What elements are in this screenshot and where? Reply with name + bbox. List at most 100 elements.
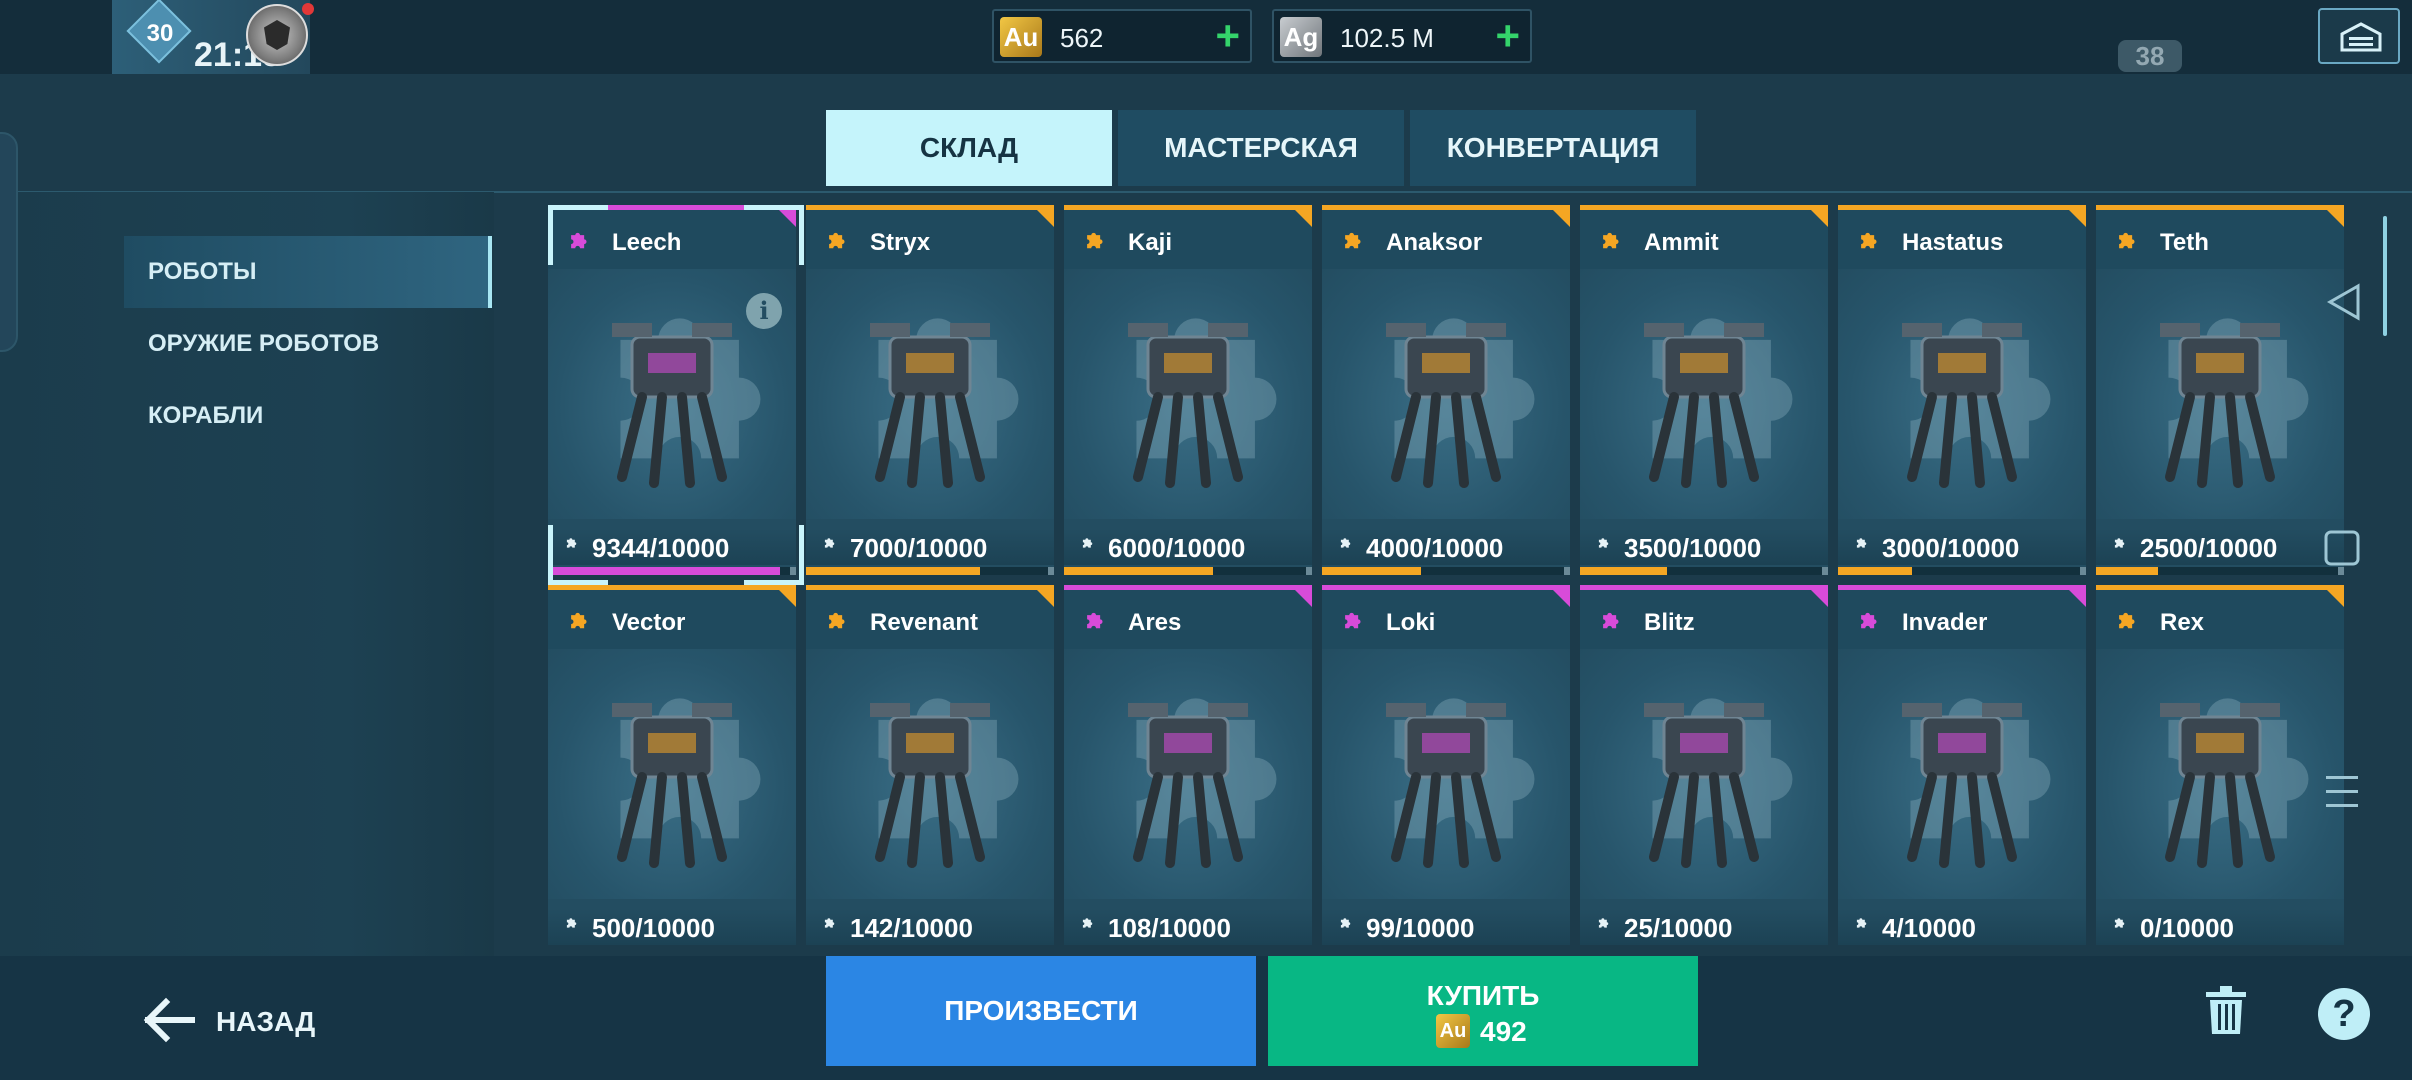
help-button[interactable]: ? bbox=[2318, 988, 2370, 1040]
rank-emblem-icon[interactable] bbox=[246, 4, 308, 66]
progress-end-tick bbox=[1048, 567, 1054, 575]
parts-count: 6000/10000 bbox=[1108, 533, 1246, 563]
silver-currency: Ag 102.5 M + bbox=[1272, 9, 1532, 63]
rarity-line bbox=[548, 205, 796, 210]
gold-icon: Au bbox=[1000, 17, 1042, 57]
parts-count-row: 99/10000 bbox=[1322, 909, 1570, 945]
rarity-corner bbox=[1032, 205, 1054, 227]
produce-button[interactable]: ПРОИЗВЕСТИ bbox=[826, 956, 1256, 1066]
robot-card[interactable]: Kaji 6000/10000 bbox=[1064, 205, 1312, 575]
parts-progress-bar bbox=[1064, 567, 1312, 575]
buy-button[interactable]: КУПИТЬ Au 492 bbox=[1268, 956, 1698, 1066]
parts-count: 108/10000 bbox=[1108, 913, 1231, 943]
parts-count: 99/10000 bbox=[1366, 913, 1475, 943]
parts-icon bbox=[566, 918, 577, 928]
robot-art bbox=[1838, 269, 2086, 519]
robot-card[interactable]: Ammit 3500/10000 bbox=[1580, 205, 1828, 575]
robot-card[interactable]: Vector 500/10000 bbox=[548, 585, 796, 945]
robot-card[interactable]: Ares 108/10000 bbox=[1064, 585, 1312, 945]
tab-conversion[interactable]: КОНВЕРТАЦИЯ bbox=[1410, 110, 1696, 186]
info-icon[interactable]: i bbox=[746, 293, 782, 329]
robot-art bbox=[548, 649, 796, 899]
parts-progress-fill bbox=[548, 567, 780, 575]
sidebar-item-robots[interactable]: РОБОТЫ bbox=[124, 236, 492, 308]
parts-progress-bar bbox=[1838, 567, 2086, 575]
top-bar: 30 21:15 Au 562 + Ag 102.5 M + 38 bbox=[0, 0, 2412, 74]
tab-storage[interactable]: СКЛАД bbox=[826, 110, 1112, 186]
robot-card[interactable]: Rex 0/10000 bbox=[2096, 585, 2344, 945]
robot-silhouette-icon bbox=[1386, 703, 1506, 868]
parts-icon bbox=[824, 538, 835, 548]
parts-count-row: 6000/10000 bbox=[1064, 529, 1312, 565]
parts-progress-fill bbox=[1322, 567, 1422, 575]
parts-icon bbox=[1082, 538, 1093, 548]
hangar-button[interactable] bbox=[2318, 8, 2400, 64]
robot-card[interactable]: Invader 4/10000 bbox=[1838, 585, 2086, 945]
parts-count: 7000/10000 bbox=[850, 533, 988, 563]
parts-progress-bar bbox=[2096, 567, 2344, 575]
bottom-bar: НАЗАД ПРОИЗВЕСТИ КУПИТЬ Au 492 ? bbox=[0, 956, 2412, 1080]
rarity-corner bbox=[2064, 585, 2086, 607]
robot-card[interactable]: Leech 9344/10000 i bbox=[548, 205, 796, 575]
rarity-line bbox=[1322, 585, 1570, 590]
robot-art bbox=[2096, 649, 2344, 899]
robot-art bbox=[2096, 269, 2344, 519]
robot-silhouette-icon bbox=[1644, 323, 1764, 488]
rarity-line bbox=[1580, 585, 1828, 590]
parts-progress-fill bbox=[1064, 567, 1213, 575]
notification-dot bbox=[302, 3, 314, 15]
tab-workshop[interactable]: МАСТЕРСКАЯ bbox=[1118, 110, 1404, 186]
robot-card[interactable]: Hastatus 3000/10000 bbox=[1838, 205, 2086, 575]
grid-scrollbar[interactable] bbox=[2383, 216, 2387, 336]
robot-name: Anaksor bbox=[1386, 229, 1483, 256]
rarity-line bbox=[2096, 205, 2344, 210]
rarity-corner bbox=[1548, 585, 1570, 607]
puzzle-piece-icon bbox=[829, 612, 845, 629]
parts-count-row: 142/10000 bbox=[806, 909, 1054, 945]
sidebar-item-robot-weapons[interactable]: ОРУЖИЕ РОБОТОВ bbox=[124, 308, 492, 380]
robot-card[interactable]: Teth 2500/10000 bbox=[2096, 205, 2344, 575]
parts-count-row: 3000/10000 bbox=[1838, 529, 2086, 565]
rarity-line bbox=[806, 585, 1054, 590]
rarity-line bbox=[1838, 585, 2086, 590]
robot-name: Stryx bbox=[870, 229, 931, 256]
puzzle-piece-icon bbox=[1603, 612, 1619, 629]
parts-count: 500/10000 bbox=[592, 913, 715, 943]
parts-icon bbox=[1856, 918, 1867, 928]
select-checkbox-icon[interactable] bbox=[2322, 528, 2362, 568]
add-silver-button[interactable]: + bbox=[1495, 15, 1520, 57]
robot-card[interactable]: Stryx 7000/10000 bbox=[806, 205, 1054, 575]
puzzle-piece-icon bbox=[1345, 612, 1361, 629]
robot-art bbox=[1064, 269, 1312, 519]
list-menu-icon[interactable] bbox=[2322, 770, 2362, 814]
parts-count: 3500/10000 bbox=[1624, 533, 1762, 563]
parts-count-row: 25/10000 bbox=[1580, 909, 1828, 945]
back-label: НАЗАД bbox=[216, 1006, 316, 1037]
robot-card[interactable]: Loki 99/10000 bbox=[1322, 585, 1570, 945]
puzzle-piece-icon bbox=[1087, 612, 1103, 629]
robot-silhouette-icon bbox=[1902, 703, 2022, 868]
puzzle-piece-icon bbox=[1861, 232, 1877, 249]
trash-icon[interactable] bbox=[2204, 986, 2248, 1036]
parts-count-row: 500/10000 bbox=[548, 909, 796, 945]
parts-icon bbox=[2114, 538, 2125, 548]
parts-progress-bar bbox=[548, 567, 796, 575]
collapse-arrow-icon[interactable] bbox=[2322, 280, 2366, 324]
player-profile[interactable]: 30 21:15 bbox=[112, 0, 310, 74]
rarity-corner bbox=[2322, 205, 2344, 227]
parts-progress-fill bbox=[1580, 567, 1667, 575]
puzzle-piece-icon bbox=[2119, 232, 2135, 249]
progress-end-tick bbox=[2080, 567, 2086, 575]
robot-silhouette-icon bbox=[1902, 323, 2022, 488]
robot-card[interactable]: Anaksor 4000/10000 bbox=[1322, 205, 1570, 575]
parts-count-row: 2500/10000 bbox=[2096, 529, 2344, 565]
robot-name: Kaji bbox=[1128, 229, 1173, 256]
add-gold-button[interactable]: + bbox=[1215, 15, 1240, 57]
robot-card[interactable]: Blitz 25/10000 bbox=[1580, 585, 1828, 945]
sidebar-item-ships[interactable]: КОРАБЛИ bbox=[124, 380, 492, 452]
progress-end-tick bbox=[1564, 567, 1570, 575]
parts-count: 0/10000 bbox=[2140, 913, 2234, 943]
robot-card[interactable]: Revenant 142/10000 bbox=[806, 585, 1054, 945]
rarity-corner bbox=[1806, 205, 1828, 227]
robot-art bbox=[806, 649, 1054, 899]
